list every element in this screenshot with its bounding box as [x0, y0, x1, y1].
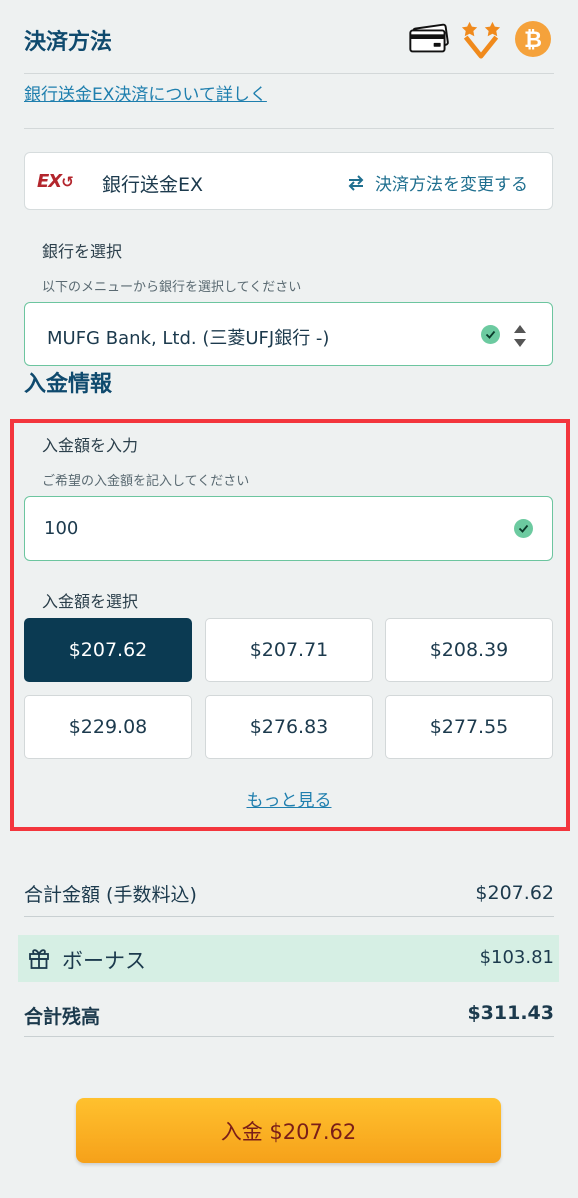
select-sort-icon	[514, 325, 526, 347]
balance-value: $311.43	[467, 1002, 554, 1024]
payment-method-name: 銀行送金EX	[102, 174, 204, 196]
change-payment-method-label: 決済方法を変更する	[375, 175, 528, 195]
credit-card-icon	[408, 20, 450, 58]
bank-select-hint: 以下のメニューから銀行を選択してください	[42, 280, 302, 295]
bitcoin-symbol: ₿	[524, 28, 542, 53]
payment-page: 決済方法 ₿ 銀行送金EX決済について詳しく EX↺ 銀行送金EX 決済方法を変…	[0, 0, 578, 1198]
payment-method-icons: ₿	[408, 20, 554, 59]
bitcoin-icon: ₿	[512, 20, 554, 58]
change-payment-method-button[interactable]: 決済方法を変更する	[347, 170, 528, 195]
page-title: 決済方法	[24, 30, 113, 55]
stars-badge-icon	[460, 20, 502, 59]
amount-input-hint: ご希望の入金額を記入してください	[42, 474, 250, 489]
show-more-link[interactable]: もっと見る	[247, 791, 332, 811]
balance-label: 合計残高	[24, 1006, 101, 1028]
amount-choose-label: 入金額を選択	[42, 592, 139, 611]
bank-select-value: MUFG Bank, Ltd. (三菱UFJ銀行 -)	[47, 328, 330, 349]
payment-method-card: EX↺ 銀行送金EX 決済方法を変更する	[24, 152, 553, 210]
amount-option[interactable]: $276.83	[205, 695, 373, 759]
amount-option[interactable]: $207.62	[24, 618, 192, 682]
amount-option[interactable]: $229.08	[24, 695, 192, 759]
bank-select-label: 銀行を選択	[42, 242, 123, 261]
deposit-section-title: 入金情報	[24, 372, 113, 397]
gift-icon	[29, 949, 49, 969]
total-amount-label: 合計金額 (手数料込)	[24, 883, 197, 906]
amount-input-label: 入金額を入力	[42, 436, 139, 455]
ex-swap-arrow-icon: ↺	[61, 173, 74, 191]
valid-check-icon	[514, 519, 533, 538]
amount-option[interactable]: $208.39	[385, 618, 553, 682]
payment-info-link[interactable]: 銀行送金EX決済について詳しく	[24, 80, 267, 105]
total-amount-value: $207.62	[475, 882, 554, 904]
ex-logo-text: EX	[37, 171, 62, 192]
bonus-label: ボーナス	[62, 949, 146, 973]
deposit-button[interactable]: 入金 $207.62	[76, 1098, 501, 1163]
ex-logo: EX↺	[37, 171, 74, 192]
bank-select[interactable]: MUFG Bank, Ltd. (三菱UFJ銀行 -)	[24, 302, 553, 366]
amount-input[interactable]: 100	[24, 496, 553, 561]
amount-option[interactable]: $277.55	[385, 695, 553, 759]
info-link-row: 銀行送金EX決済について詳しく	[24, 74, 554, 129]
total-amount-row: 合計金額 (手数料込) $207.62	[24, 870, 554, 917]
show-more-row: もっと見る	[0, 786, 578, 811]
amount-option[interactable]: $207.71	[205, 618, 373, 682]
amount-input-value: 100	[44, 518, 79, 539]
swap-arrows-icon	[348, 174, 364, 191]
bonus-value: $103.81	[479, 947, 554, 968]
balance-row: 合計残高 $311.43	[24, 990, 554, 1037]
valid-check-icon	[481, 325, 500, 344]
payment-header: 決済方法 ₿	[24, 14, 554, 74]
bonus-row: ボーナス $103.81	[18, 935, 559, 982]
